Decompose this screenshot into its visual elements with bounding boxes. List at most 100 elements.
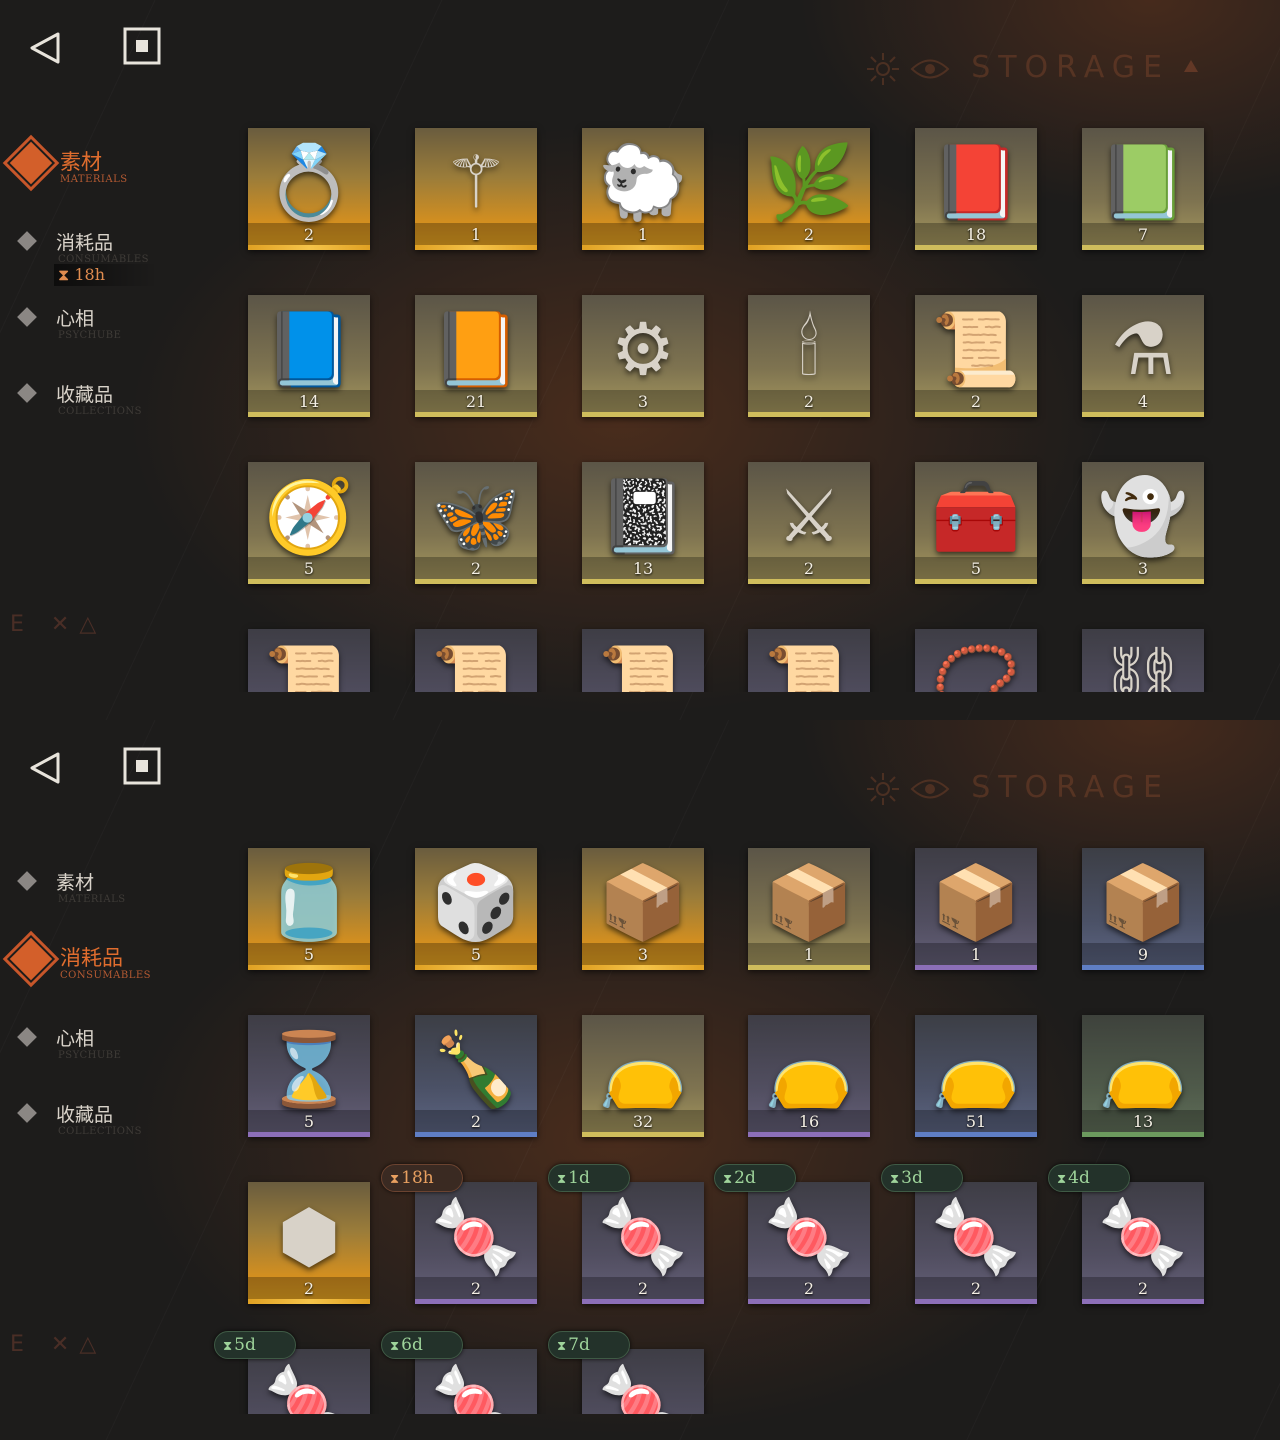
rarity-bar [415,579,537,584]
parcel-icon: 👝 [598,1026,688,1111]
item-slot[interactable]: 📗 7 [1082,128,1204,250]
item-slot[interactable]: 🍬 ⧗ 5d [214,1331,370,1414]
item-slot[interactable]: 📦 1 [748,848,870,970]
item-slot[interactable]: 👝 13 [1082,1015,1204,1137]
hourglass-icon: ⧗ [1057,1172,1067,1187]
item-quantity: 1 [637,225,649,244]
item-slot[interactable]: 📦 1 [915,848,1037,970]
hourglass-icon: ⧗ [390,1339,400,1354]
candy-icon: 🍬 [931,1193,1021,1278]
green-tablet-icon: 📜 [931,306,1021,391]
item-slot[interactable]: 📙 21 [415,295,537,417]
item-slot[interactable]: 🍬 2 ⧗ 18h [381,1164,537,1304]
rarity-bar [248,245,370,250]
item-quantity: 2 [803,225,815,244]
hourglass-icon: ⧗ [723,1172,733,1187]
item-quantity: 5 [303,945,315,964]
item-slot[interactable]: 🍬 2 ⧗ 1d [548,1164,704,1304]
item-slot[interactable]: ⌛ 5 [248,1015,370,1137]
rarity-bar [248,412,370,417]
item-slot[interactable]: 🍬 ⧗ 7d [548,1331,704,1414]
item-slot[interactable]: 🕯 2 [748,295,870,417]
blue-rune-book-icon: 📘 [264,306,354,391]
item-quantity: 2 [970,392,982,411]
item-quantity: 2 [803,1279,815,1298]
expiry-badge: ⧗ 5d [214,1331,296,1359]
item-slot[interactable]: 💍 2 [248,128,370,250]
hourglass-item-icon: ⌛ [264,1026,354,1111]
item-quantity: 2 [637,1279,649,1298]
item-slot[interactable]: 🎲 5 [415,848,537,970]
item-slot[interactable]: 👝 51 [915,1015,1037,1137]
item-slot[interactable]: 📘 14 [248,295,370,417]
item-quantity: 32 [632,1112,654,1131]
expiry-text: 1d [568,1168,590,1188]
rarity-bar [582,1299,704,1304]
hourglass-icon: ⧗ [223,1339,233,1354]
item-quantity: 3 [637,945,649,964]
item-slot[interactable]: 📓 13 [582,462,704,584]
candy-icon: 🍬 [264,1360,354,1414]
rarity-bar [915,1299,1037,1304]
parcel-icon: 👝 [931,1026,1021,1111]
item-slot[interactable]: ⬢ 2 [248,1182,370,1304]
item-quantity: 2 [303,225,315,244]
item-slot[interactable]: ⛓ [1082,629,1204,692]
item-slot[interactable]: 🍾 2 [415,1015,537,1137]
hand-chest-icon: 🧰 [931,473,1021,558]
item-quantity: 1 [970,945,982,964]
item-quantity: 5 [970,559,982,578]
hex-badge-icon: ⬢ [277,1193,341,1278]
item-slot[interactable]: 📜 [748,629,870,692]
item-quantity: 16 [798,1112,820,1131]
rarity-bar [415,965,537,970]
item-slot[interactable]: 🦋 2 [415,462,537,584]
item-slot[interactable]: 📦 3 [582,848,704,970]
item-quantity: 14 [298,392,320,411]
item-slot[interactable]: 🍬 2 ⧗ 2d [714,1164,870,1304]
item-slot[interactable]: 🐑 1 [582,128,704,250]
potion-bottle-icon: ⚗ [1110,306,1176,391]
item-slot[interactable]: 🧭 5 [248,462,370,584]
item-slot[interactable]: ⚔ 2 [748,462,870,584]
item-slot[interactable]: 🫙 5 [248,848,370,970]
item-slot[interactable]: 📜 [415,629,537,692]
item-slot[interactable]: 🌿 2 [748,128,870,250]
item-slot[interactable]: 📜 [248,629,370,692]
candy-icon: 🍬 [431,1360,521,1414]
rarity-bar [1082,1132,1204,1137]
item-slot[interactable]: 📜 2 [915,295,1037,417]
item-grid-viewport[interactable]: 🫙 5 🎲 5 📦 3 📦 1 📦 1 📦 9 ⌛ 5 🍾 2 👝 32 👝 16 👝 51 👝 13 ⬢ 2 🍬 2 ⧗ 18h 🍬 2 ⧗ 1… [0,720,1280,1414]
item-slot[interactable]: 🍬 ⧗ 6d [381,1331,537,1414]
gold-scroll-icon: 📜 [764,640,854,692]
item-quantity: 2 [803,559,815,578]
red-rune-book-icon: 📕 [931,139,1021,224]
item-slot[interactable]: 📦 9 [1082,848,1204,970]
item-slot[interactable]: ⚗ 4 [1082,295,1204,417]
item-slot[interactable]: 📿 [915,629,1037,692]
item-slot[interactable]: 🍬 2 ⧗ 4d [1048,1164,1204,1304]
item-slot[interactable]: 🍬 2 ⧗ 3d [881,1164,1037,1304]
expiry-text: 18h [401,1168,434,1188]
item-slot[interactable]: 👝 16 [748,1015,870,1137]
candy-jar-icon: 🫙 [264,859,354,944]
blades-icon: ⚔ [776,473,842,558]
item-quantity: 21 [465,392,487,411]
item-slot[interactable]: 👝 32 [582,1015,704,1137]
green-rune-book-icon: 📗 [1098,139,1188,224]
rarity-bar [1082,1299,1204,1304]
item-quantity: 5 [303,559,315,578]
item-quantity: 4 [1137,392,1149,411]
rarity-bar [582,412,704,417]
item-slot[interactable]: 📜 [582,629,704,692]
rarity-bar [248,1132,370,1137]
item-slot[interactable]: 📕 18 [915,128,1037,250]
ring-icon: 💍 [264,139,354,224]
hourglass-icon: ⧗ [557,1339,567,1354]
item-slot[interactable]: ⚙ 3 [582,295,704,417]
item-slot[interactable]: ⚚ 1 [415,128,537,250]
item-slot[interactable]: 🧰 5 [915,462,1037,584]
item-quantity: 13 [632,559,654,578]
item-grid-viewport[interactable]: 💍 2 ⚚ 1 🐑 1 🌿 2 📕 18 📗 7 📘 14 📙 21 ⚙ 3 🕯 2 📜 2 ⚗ 4 🧭 5 🦋 2 📓 13 ⚔ 2 🧰 5 👻 3… [0,0,1280,692]
item-slot[interactable]: 👻 3 [1082,462,1204,584]
